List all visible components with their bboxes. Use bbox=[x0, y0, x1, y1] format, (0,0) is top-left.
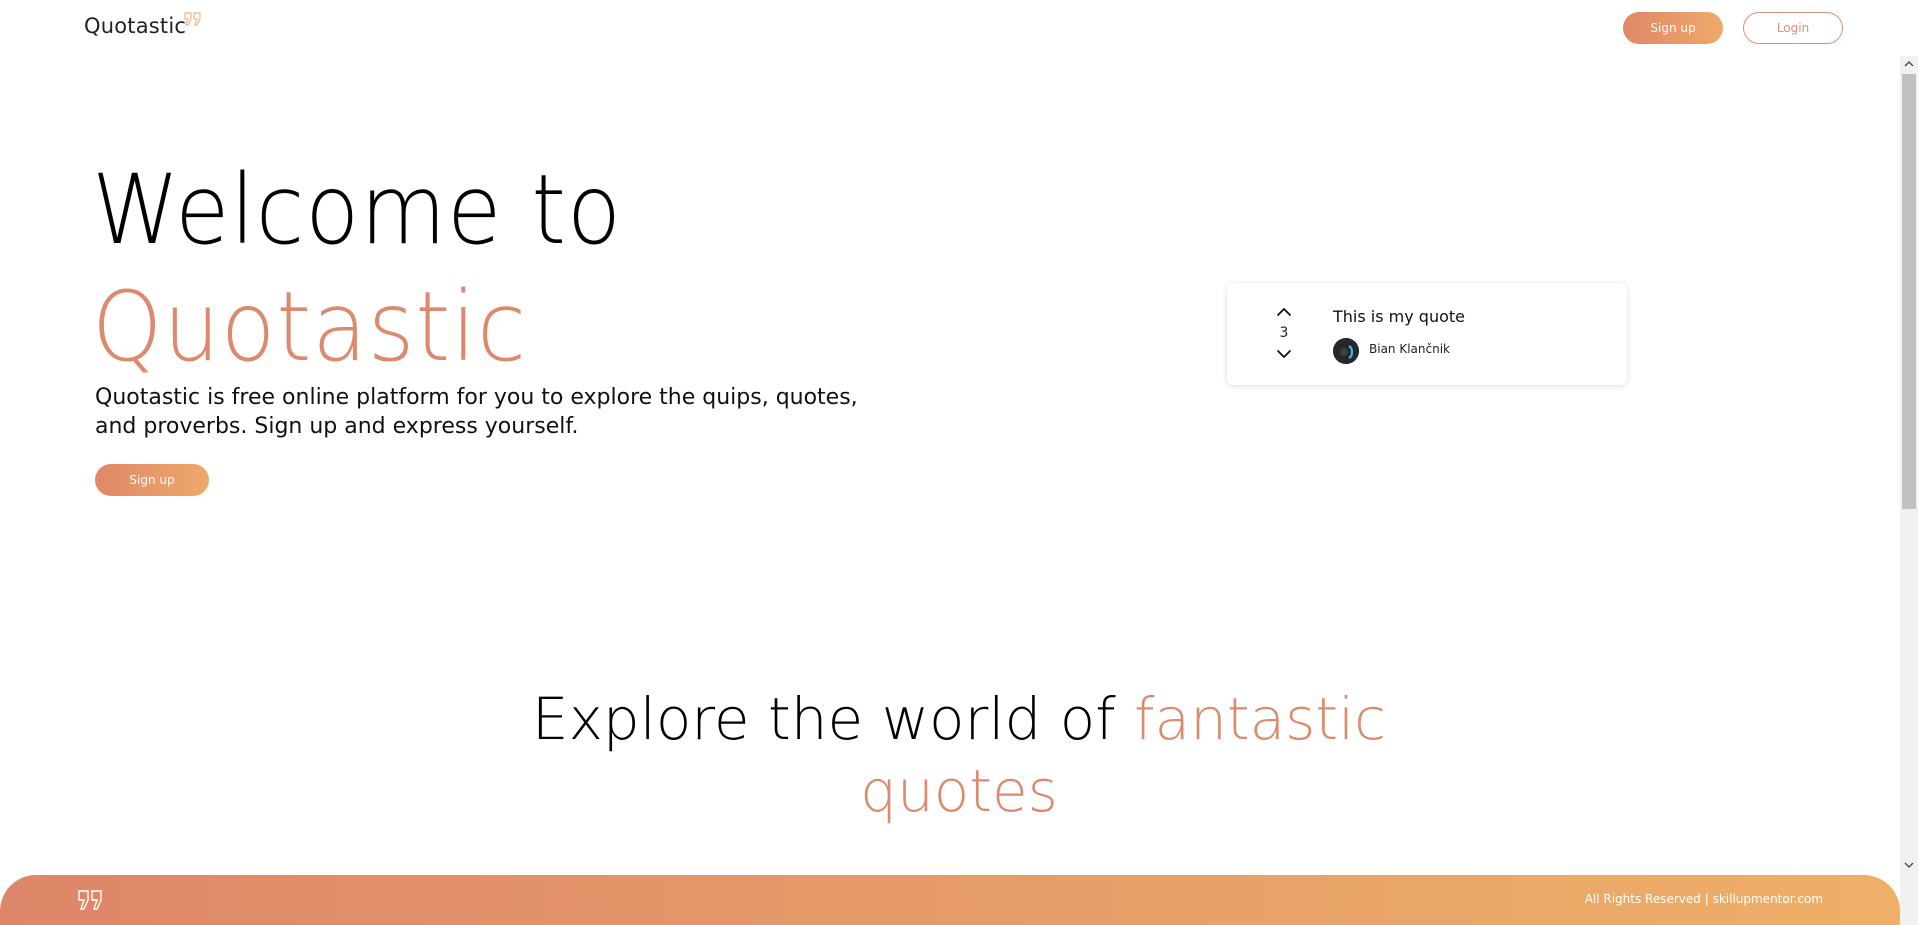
vertical-scrollbar[interactable] bbox=[1900, 56, 1918, 925]
logo-text[interactable]: Quotastic bbox=[84, 14, 186, 38]
footer: All Rights Reserved | skillupmentor.com bbox=[0, 875, 1900, 925]
footer-copyright: All Rights Reserved | skillupmentor.com bbox=[1584, 892, 1823, 906]
quote-text: This is my quote bbox=[1333, 307, 1465, 326]
login-button[interactable]: Login bbox=[1743, 12, 1843, 44]
hero-signup-button[interactable]: Sign up bbox=[95, 464, 209, 496]
scroll-down-arrow-icon[interactable] bbox=[1900, 857, 1918, 873]
scroll-up-arrow-icon[interactable] bbox=[1900, 56, 1918, 72]
signup-button[interactable]: Sign up bbox=[1623, 12, 1723, 44]
vote-count: 3 bbox=[1279, 325, 1289, 341]
quote-mark-icon bbox=[184, 12, 201, 26]
chevron-up-icon[interactable] bbox=[1275, 305, 1293, 319]
explore-heading: Explore the world of fantastic quotes bbox=[459, 683, 1459, 827]
quote-author[interactable]: Bian Klančnik bbox=[1369, 342, 1450, 356]
hero-title-line1: Welcome to bbox=[92, 154, 622, 266]
hero-description: Quotastic is free online platform for yo… bbox=[95, 385, 858, 439]
chevron-down-icon[interactable] bbox=[1275, 347, 1293, 361]
scrollbar-thumb[interactable] bbox=[1902, 74, 1916, 509]
avatar-image bbox=[1333, 338, 1359, 364]
avatar[interactable] bbox=[1333, 338, 1359, 364]
hero-title-line2: Quotastic bbox=[92, 271, 527, 383]
quote-mark-icon bbox=[78, 890, 102, 910]
header: Quotastic Sign up Login bbox=[0, 0, 1900, 56]
explore-heading-plain: Explore the world of bbox=[531, 685, 1135, 753]
quote-card: 3 This is my quote Bian Klančnik bbox=[1227, 283, 1627, 385]
